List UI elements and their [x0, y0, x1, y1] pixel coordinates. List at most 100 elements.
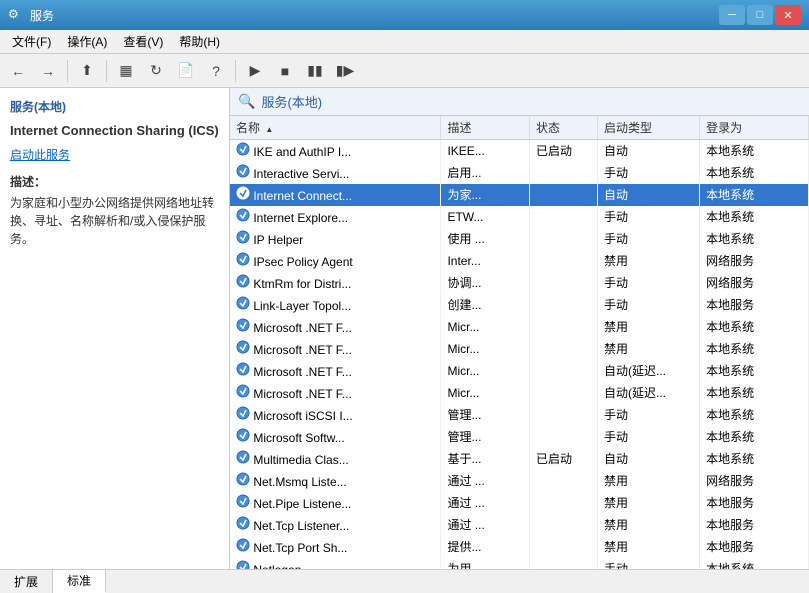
back-button[interactable]: ← — [4, 58, 32, 84]
services-table[interactable]: 名称 ▲ 描述 状态 启动类型 登录为 IKE and AuthIP I... … — [230, 116, 809, 569]
refresh-button[interactable]: ↻ — [142, 58, 170, 84]
menu-action[interactable]: 操作(A) — [59, 31, 115, 52]
cell-desc: 为家... — [441, 184, 529, 206]
cell-desc: Micr... — [441, 338, 529, 360]
table-row[interactable]: IKE and AuthIP I... IKEE... 已启动 自动 本地系统 — [230, 140, 809, 162]
cell-login: 本地服务 — [700, 492, 809, 514]
cell-status — [529, 316, 597, 338]
table-row[interactable]: Link-Layer Topol... 创建... 手动 本地服务 — [230, 294, 809, 316]
resume-button[interactable]: ▮▶ — [331, 58, 359, 84]
cell-desc: 使用 ... — [441, 228, 529, 250]
cell-startup: 手动 — [597, 162, 699, 184]
up-button[interactable]: ⬆ — [73, 58, 101, 84]
table-row[interactable]: Net.Pipe Listene... 通过 ... 禁用 本地服务 — [230, 492, 809, 514]
cell-name: Net.Pipe Listene... — [230, 492, 441, 514]
cell-status — [529, 470, 597, 492]
cell-login: 本地系统 — [700, 206, 809, 228]
cell-startup: 禁用 — [597, 514, 699, 536]
toolbar-sep-2 — [106, 60, 107, 82]
col-header-desc[interactable]: 描述 — [441, 116, 529, 140]
table-row[interactable]: Microsoft .NET F... Micr... 禁用 本地系统 — [230, 316, 809, 338]
main-content: 服务(本地) Internet Connection Sharing (ICS)… — [0, 88, 809, 569]
right-panel-header: 🔍 服务(本地) — [230, 88, 809, 116]
cell-login: 网络服务 — [700, 272, 809, 294]
description-label: 描述： — [10, 173, 219, 190]
cell-desc: ETW... — [441, 206, 529, 228]
cell-desc: 管理... — [441, 426, 529, 448]
cell-status — [529, 404, 597, 426]
table-row[interactable]: Net.Tcp Listener... 通过 ... 禁用 本地服务 — [230, 514, 809, 536]
table-row[interactable]: Internet Explore... ETW... 手动 本地系统 — [230, 206, 809, 228]
service-icon — [236, 318, 250, 332]
show-hide-button[interactable]: ▦ — [112, 58, 140, 84]
export-button[interactable]: 📄 — [172, 58, 200, 84]
service-icon — [236, 208, 250, 222]
menu-file[interactable]: 文件(F) — [4, 31, 59, 52]
table-row[interactable]: Microsoft .NET F... Micr... 禁用 本地系统 — [230, 338, 809, 360]
search-icon: 🔍 — [238, 93, 255, 110]
service-icon — [236, 230, 250, 244]
selected-service-name: Internet Connection Sharing (ICS) — [10, 123, 219, 138]
table-row[interactable]: Microsoft iSCSI I... 管理... 手动 本地系统 — [230, 404, 809, 426]
table-row[interactable]: Net.Tcp Port Sh... 提供... 禁用 本地服务 — [230, 536, 809, 558]
cell-name: IP Helper — [230, 228, 441, 250]
col-header-name[interactable]: 名称 ▲ — [230, 116, 441, 140]
cell-status — [529, 206, 597, 228]
services-list: 名称 ▲ 描述 状态 启动类型 登录为 IKE and AuthIP I... … — [230, 116, 809, 569]
start-service-link[interactable]: 启动此服务 — [10, 146, 219, 163]
service-icon — [236, 516, 250, 530]
cell-name: Microsoft .NET F... — [230, 360, 441, 382]
table-row[interactable]: Net.Msmq Liste... 通过 ... 禁用 网络服务 — [230, 470, 809, 492]
table-row[interactable]: Microsoft .NET F... Micr... 自动(延迟... 本地系… — [230, 360, 809, 382]
table-row[interactable]: Interactive Servi... 启用... 手动 本地系统 — [230, 162, 809, 184]
service-icon — [236, 406, 250, 420]
play-button[interactable]: ▶ — [241, 58, 269, 84]
table-row[interactable]: IPsec Policy Agent Inter... 禁用 网络服务 — [230, 250, 809, 272]
cell-status — [529, 360, 597, 382]
cell-desc: 创建... — [441, 294, 529, 316]
close-button[interactable]: ✕ — [775, 5, 801, 25]
minimize-button[interactable]: ─ — [719, 5, 745, 25]
cell-desc: 提供... — [441, 536, 529, 558]
cell-desc: 启用... — [441, 162, 529, 184]
col-header-login[interactable]: 登录为 — [700, 116, 809, 140]
cell-startup: 禁用 — [597, 536, 699, 558]
table-row[interactable]: Microsoft Softw... 管理... 手动 本地系统 — [230, 426, 809, 448]
table-row[interactable]: Internet Connect... 为家... 自动 本地系统 — [230, 184, 809, 206]
cell-startup: 禁用 — [597, 470, 699, 492]
cell-name: Net.Tcp Port Sh... — [230, 536, 441, 558]
col-header-startup[interactable]: 启动类型 — [597, 116, 699, 140]
cell-login: 本地系统 — [700, 162, 809, 184]
table-row[interactable]: Netlogon 为用... 手动 本地系统 — [230, 558, 809, 570]
menu-help[interactable]: 帮助(H) — [171, 31, 228, 52]
cell-desc: 通过 ... — [441, 470, 529, 492]
pause-button[interactable]: ▮▮ — [301, 58, 329, 84]
status-bar: 扩展 标准 — [0, 569, 809, 593]
tab-standard[interactable]: 标准 — [53, 570, 106, 593]
table-row[interactable]: KtmRm for Distri... 协调... 手动 网络服务 — [230, 272, 809, 294]
services-tbody: IKE and AuthIP I... IKEE... 已启动 自动 本地系统 … — [230, 140, 809, 570]
help-button[interactable]: ? — [202, 58, 230, 84]
cell-startup: 手动 — [597, 404, 699, 426]
stop-button[interactable]: ■ — [271, 58, 299, 84]
cell-desc: Micr... — [441, 316, 529, 338]
left-panel-title: 服务(本地) — [10, 98, 219, 115]
menu-view[interactable]: 查看(V) — [115, 31, 171, 52]
forward-button[interactable]: → — [34, 58, 62, 84]
cell-login: 网络服务 — [700, 250, 809, 272]
service-icon — [236, 538, 250, 552]
table-row[interactable]: Multimedia Clas... 基于... 已启动 自动 本地系统 — [230, 448, 809, 470]
service-icon — [236, 142, 250, 156]
table-row[interactable]: Microsoft .NET F... Micr... 自动(延迟... 本地系… — [230, 382, 809, 404]
cell-desc: 基于... — [441, 448, 529, 470]
maximize-button[interactable]: □ — [747, 5, 773, 25]
table-row[interactable]: IP Helper 使用 ... 手动 本地系统 — [230, 228, 809, 250]
toolbar-sep-3 — [235, 60, 236, 82]
service-icon — [236, 472, 250, 486]
cell-name: KtmRm for Distri... — [230, 272, 441, 294]
service-icon — [236, 450, 250, 464]
tab-expand[interactable]: 扩展 — [0, 570, 53, 593]
cell-startup: 禁用 — [597, 492, 699, 514]
cell-login: 本地系统 — [700, 184, 809, 206]
col-header-status[interactable]: 状态 — [529, 116, 597, 140]
